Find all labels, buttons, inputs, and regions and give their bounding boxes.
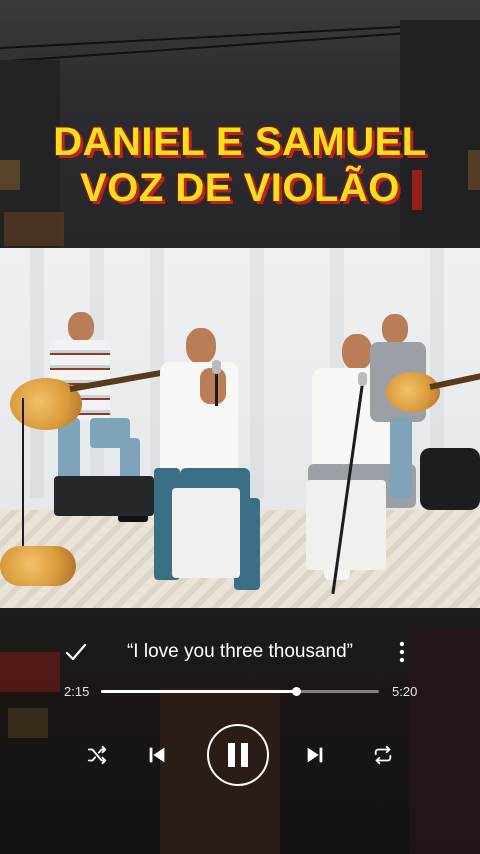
guitar-on-floor — [0, 546, 76, 586]
video-title-line-2: VOZ DE VIOLÃO — [80, 166, 400, 210]
guitar-right — [386, 372, 440, 412]
total-time: 5:20 — [392, 684, 418, 699]
seek-bar[interactable] — [101, 687, 379, 696]
skip-previous-icon[interactable] — [144, 742, 170, 768]
video-title-line-1: DANIEL E SAMUEL — [53, 120, 427, 164]
shuffle-icon[interactable] — [84, 742, 110, 768]
pause-button[interactable] — [207, 724, 269, 786]
video-frame[interactable] — [0, 248, 480, 608]
skip-next-icon[interactable] — [302, 742, 328, 768]
more-vertical-icon[interactable] — [396, 640, 408, 664]
check-icon[interactable] — [64, 640, 88, 664]
current-time: 2:15 — [64, 684, 90, 699]
repeat-icon[interactable] — [370, 742, 396, 768]
pause-icon — [228, 743, 248, 767]
lyric-line: “I love you three thousand” — [126, 641, 354, 662]
seek-progress — [101, 690, 296, 693]
seek-handle[interactable] — [291, 687, 301, 696]
